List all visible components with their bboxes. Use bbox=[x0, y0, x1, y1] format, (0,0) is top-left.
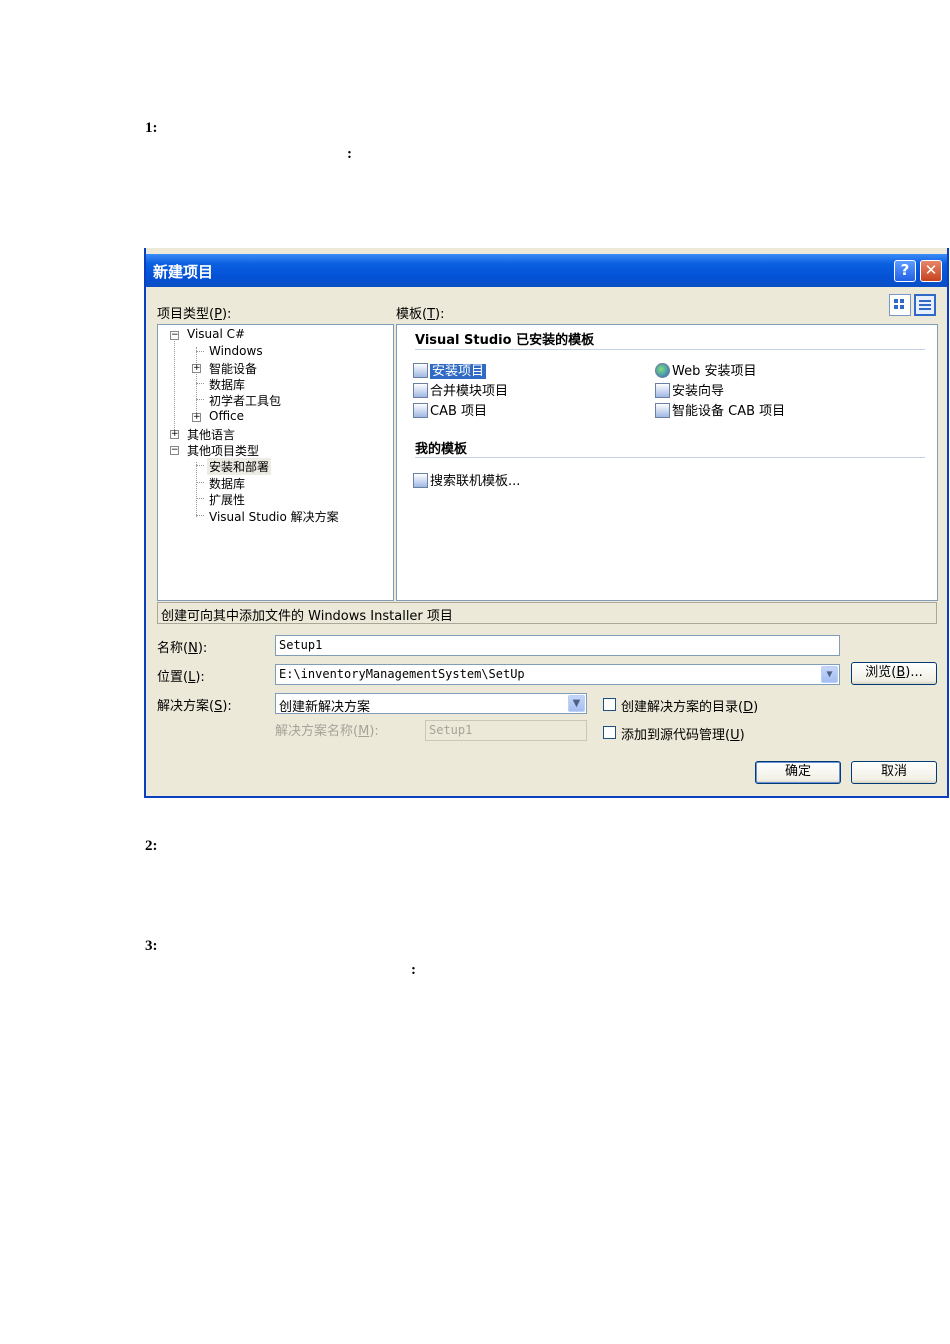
collapse-icon[interactable]: − bbox=[170, 331, 179, 340]
setup-wizard-icon bbox=[655, 383, 670, 398]
step-1-colon: : bbox=[347, 146, 352, 162]
dialog-titlebar: 新建项目 ? ✕ bbox=[146, 254, 947, 287]
solution-name-field: Setup1 bbox=[425, 720, 587, 741]
search-online-icon bbox=[413, 473, 428, 488]
tree-item-extensibility[interactable]: 扩展性 bbox=[209, 491, 245, 508]
solution-name-label: 解决方案名称(M): bbox=[275, 724, 379, 739]
new-project-dialog: 新建项目 ? ✕ 项目类型(P): 模板(T): − Visual C# Win… bbox=[144, 248, 949, 798]
tree-item-starter-kits[interactable]: 初学者工具包 bbox=[209, 392, 281, 409]
smart-device-cab-icon bbox=[655, 403, 670, 418]
name-field[interactable]: Setup1 bbox=[275, 635, 840, 656]
large-icons-view-icon[interactable] bbox=[889, 294, 911, 316]
template-web-setup[interactable]: Web 安装项目 bbox=[655, 360, 756, 379]
source-control-checkbox[interactable] bbox=[603, 726, 616, 739]
tree-item-smart-device[interactable]: 智能设备 bbox=[209, 360, 257, 377]
tree-item-visual-csharp[interactable]: Visual C# bbox=[187, 327, 245, 341]
step-1-label: 1: bbox=[145, 120, 158, 136]
create-directory-label: 创建解决方案的目录(D) bbox=[621, 700, 759, 715]
expand-icon[interactable]: + bbox=[192, 364, 201, 373]
step-3-label: 3: bbox=[145, 938, 158, 954]
solution-label: 解决方案(S): bbox=[157, 699, 232, 714]
browse-button[interactable]: 浏览(B)... bbox=[851, 662, 937, 685]
tree-item-database-2[interactable]: 数据库 bbox=[209, 475, 245, 492]
template-search-online[interactable]: 搜索联机模板... bbox=[413, 470, 520, 489]
source-control-label: 添加到源代码管理(U) bbox=[621, 728, 745, 743]
project-types-label: 项目类型(P): bbox=[157, 307, 232, 322]
chevron-down-icon[interactable]: ▼ bbox=[568, 695, 585, 712]
tree-item-other-languages[interactable]: 其他语言 bbox=[187, 426, 235, 443]
templates-label: 模板(T): bbox=[396, 307, 445, 322]
cancel-button[interactable]: 取消 bbox=[851, 761, 937, 784]
cab-project-icon bbox=[413, 403, 428, 418]
small-icons-view-icon[interactable] bbox=[914, 294, 936, 316]
template-smart-device-cab[interactable]: 智能设备 CAB 项目 bbox=[655, 400, 785, 419]
setup-project-icon bbox=[413, 363, 428, 378]
collapse-icon[interactable]: − bbox=[170, 446, 179, 455]
step-2-label: 2: bbox=[145, 838, 158, 854]
ok-button[interactable]: 确定 bbox=[755, 761, 841, 784]
template-cab-project[interactable]: CAB 项目 bbox=[413, 400, 487, 419]
location-label: 位置(L): bbox=[157, 670, 205, 685]
tree-item-vs-solutions[interactable]: Visual Studio 解决方案 bbox=[209, 508, 339, 525]
tree-item-database[interactable]: 数据库 bbox=[209, 376, 245, 393]
template-setup-project[interactable]: 安装项目 bbox=[413, 360, 487, 379]
chevron-down-icon[interactable]: ▼ bbox=[821, 666, 838, 683]
step-3-colon: : bbox=[411, 962, 416, 978]
tree-item-setup-deployment[interactable]: 安装和部署 bbox=[207, 458, 272, 475]
location-combobox[interactable]: E:\inventoryManagementSystem\SetUp ▼ bbox=[275, 664, 840, 685]
create-directory-checkbox[interactable] bbox=[603, 698, 616, 711]
name-label: 名称(N): bbox=[157, 641, 208, 656]
expand-icon[interactable]: + bbox=[192, 413, 201, 422]
solution-value: 创建新解决方案 bbox=[279, 700, 371, 714]
solution-combobox[interactable]: 创建新解决方案 ▼ bbox=[275, 693, 587, 714]
template-setup-wizard[interactable]: 安装向导 bbox=[655, 380, 724, 399]
close-icon[interactable]: ✕ bbox=[920, 260, 942, 282]
project-types-tree[interactable]: − Visual C# Windows + 智能设备 数据库 初学者工具包 + … bbox=[157, 324, 394, 601]
location-value: E:\inventoryManagementSystem\SetUp bbox=[279, 667, 525, 681]
help-icon[interactable]: ? bbox=[894, 260, 916, 282]
template-description: 创建可向其中添加文件的 Windows Installer 项目 bbox=[157, 602, 937, 624]
expand-icon[interactable]: + bbox=[170, 430, 179, 439]
my-templates-header: 我的模板 bbox=[415, 442, 468, 457]
web-setup-icon bbox=[655, 363, 670, 378]
tree-item-windows[interactable]: Windows bbox=[209, 344, 263, 358]
dialog-title: 新建项目 bbox=[153, 263, 214, 281]
installed-templates-header: Visual Studio 已安装的模板 bbox=[415, 333, 595, 348]
templates-list[interactable]: Visual Studio 已安装的模板 安装项目 合并模块项目 CAB 项目 … bbox=[396, 324, 938, 601]
merge-module-icon bbox=[413, 383, 428, 398]
tree-item-other-project-types[interactable]: 其他项目类型 bbox=[187, 442, 259, 459]
tree-item-office[interactable]: Office bbox=[209, 409, 244, 423]
template-merge-module[interactable]: 合并模块项目 bbox=[413, 380, 508, 399]
